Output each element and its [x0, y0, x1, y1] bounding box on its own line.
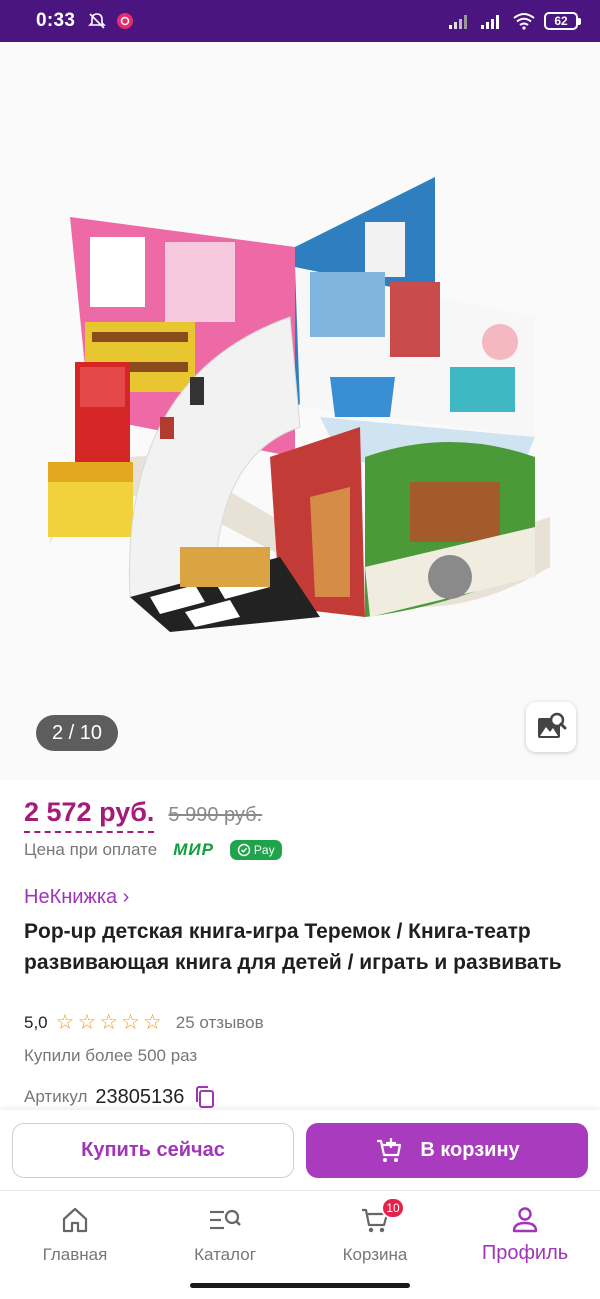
rating-row[interactable]: 5,0 ☆ ☆ ☆ ☆ ☆ 25 отзывов: [24, 1012, 264, 1034]
nav-label-cart: Корзина: [342, 1245, 408, 1264]
copy-icon[interactable]: [192, 1084, 218, 1110]
mir-logo: МИР: [173, 840, 214, 859]
article-number: 23805136: [95, 1085, 185, 1108]
image-search-button[interactable]: [526, 702, 576, 752]
pay-badge: Pay: [229, 840, 282, 860]
image-search-icon: [538, 712, 567, 738]
battery-icon: 62: [544, 12, 581, 30]
profile-icon: [512, 1207, 538, 1233]
price-row: 2 572 руб. 5 990 руб.: [24, 797, 262, 833]
purchased-count: Купили более 500 раз: [24, 1046, 198, 1065]
nav-label-home: Главная: [42, 1245, 108, 1264]
star-icon: ☆: [99, 1011, 119, 1034]
cart-plus-icon: [377, 1137, 402, 1162]
star-icon: ☆: [121, 1011, 140, 1034]
product-title: Pop-up детская книга-игра Теремок / Книг…: [24, 920, 562, 974]
product-gallery[interactable]: 2 / 10: [0, 42, 600, 780]
add-to-cart-label: В корзину: [420, 1139, 520, 1161]
nav-label-catalog: Каталог: [194, 1245, 256, 1264]
star-icon: ☆: [142, 1011, 162, 1034]
nav-item-catalog[interactable]: Каталог: [150, 1203, 300, 1265]
star-icon: ☆: [77, 1011, 97, 1034]
nav-label-profile: Профиль: [481, 1242, 569, 1264]
star-icon: ☆: [55, 1011, 75, 1034]
buy-now-button[interactable]: Купить сейчас: [12, 1123, 294, 1178]
pay-badge-label: Pay: [253, 843, 275, 857]
nav-item-cart[interactable]: 10 Корзина: [300, 1197, 450, 1265]
action-bar: Купить сейчас В корзину: [0, 1110, 600, 1190]
cart-badge: 10: [381, 1197, 405, 1219]
add-to-cart-button[interactable]: В корзину: [306, 1123, 588, 1178]
catalog-search-icon: [210, 1209, 241, 1230]
rating-value: 5,0: [24, 1013, 48, 1032]
status-time: 0:33: [36, 10, 76, 31]
current-price[interactable]: 2 572 руб.: [24, 797, 155, 833]
nav-item-profile[interactable]: Профиль: [450, 1203, 600, 1265]
article-label: Артикул: [24, 1087, 88, 1106]
check-circle-icon: [237, 843, 251, 857]
nav-item-home[interactable]: Главная: [0, 1203, 150, 1265]
image-counter: 2 / 10: [36, 715, 118, 751]
payment-row: Цена при оплате МИР Pay: [24, 840, 282, 860]
old-price: 5 990 руб.: [168, 804, 263, 826]
home-indicator[interactable]: [190, 1283, 410, 1288]
payment-label: Цена при оплате: [24, 840, 158, 859]
status-bar: 0:33 62: [0, 0, 600, 42]
wifi-icon: [513, 13, 535, 30]
brand-link[interactable]: НеКнижка ›: [24, 886, 129, 909]
mute-icon: [88, 13, 107, 29]
notification-icon: [117, 13, 134, 29]
article-row: Артикул 23805136: [24, 1084, 218, 1110]
signal-icon: [449, 15, 467, 29]
product-image[interactable]: [30, 127, 570, 637]
rating-stars: ☆ ☆ ☆ ☆ ☆: [56, 1012, 162, 1034]
signal-icon: [481, 15, 499, 29]
reviews-count[interactable]: 25 отзывов: [176, 1013, 264, 1033]
home-icon: [62, 1207, 88, 1233]
